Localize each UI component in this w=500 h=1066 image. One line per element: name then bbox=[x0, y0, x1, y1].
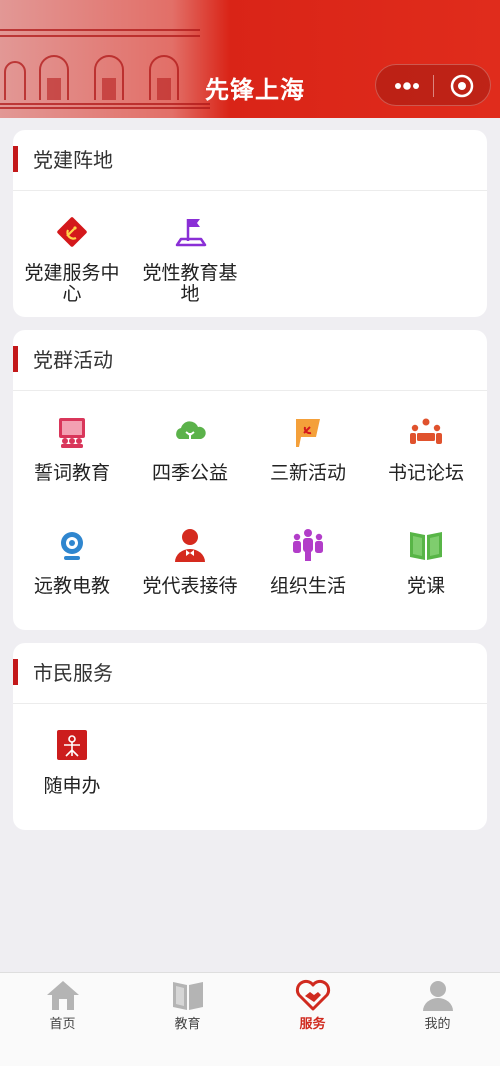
tab-label: 首页 bbox=[49, 1017, 76, 1032]
open-book-icon bbox=[410, 532, 442, 560]
service-item-label: 三新活动 bbox=[269, 462, 346, 484]
meeting-table-icon bbox=[410, 418, 442, 444]
service-item-three-new-activities[interactable]: 三新活动 bbox=[249, 413, 367, 484]
more-dots-icon[interactable] bbox=[394, 77, 420, 95]
service-item-label: 四季公益 bbox=[151, 462, 228, 484]
flag-base-icon bbox=[175, 219, 207, 247]
presentation-icon bbox=[59, 418, 85, 448]
section-card-party-building: 党建阵地 党建服务中心 党性教育基地 bbox=[13, 130, 487, 317]
service-item-party-education-base[interactable]: 党性教育基地 bbox=[131, 213, 249, 305]
service-item-oath-education[interactable]: 誓词教育 bbox=[13, 413, 131, 484]
bottom-tab-bar: 首页 教育 服务 我的 bbox=[0, 972, 500, 1066]
party-emblem-icon bbox=[57, 217, 87, 247]
service-item-suishenban[interactable]: 随申办 bbox=[13, 726, 131, 797]
service-item-label: 誓词教育 bbox=[33, 462, 110, 484]
section-title: 党群活动 bbox=[33, 348, 113, 372]
group-people-icon bbox=[293, 529, 323, 561]
webcam-icon bbox=[61, 532, 83, 560]
tab-education[interactable]: 教育 bbox=[125, 973, 250, 1032]
tree-sprout-icon bbox=[176, 421, 206, 441]
page-title: 先锋上海 bbox=[205, 75, 305, 104]
service-item-deputy-reception[interactable]: 党代表接待 bbox=[131, 526, 249, 597]
party-flag-icon bbox=[296, 419, 320, 447]
service-item-secretary-forum[interactable]: 书记论坛 bbox=[367, 413, 485, 484]
section-card-party-activities: 党群活动 誓词教育 四季公益 三新活动 书记论坛 远教电教 党代表接待 组织生活… bbox=[13, 330, 487, 630]
user-icon bbox=[422, 981, 453, 1011]
section-header: 党建阵地 bbox=[13, 130, 487, 191]
home-icon bbox=[46, 981, 79, 1010]
mini-program-capsule bbox=[375, 64, 491, 106]
service-item-label: 随申办 bbox=[43, 775, 101, 797]
service-item-label: 党性教育基地 bbox=[142, 262, 238, 305]
tab-profile[interactable]: 我的 bbox=[375, 973, 500, 1032]
tab-label: 教育 bbox=[174, 1017, 201, 1032]
service-item-party-service-center[interactable]: 党建服务中心 bbox=[13, 213, 131, 305]
section-accent-bar bbox=[13, 346, 18, 372]
capsule-divider bbox=[433, 75, 434, 97]
service-item-label: 组织生活 bbox=[269, 575, 346, 597]
service-item-party-lecture[interactable]: 党课 bbox=[367, 526, 485, 597]
service-item-label: 党课 bbox=[406, 575, 445, 597]
tab-service[interactable]: 服务 bbox=[250, 973, 375, 1032]
target-circle-icon[interactable] bbox=[450, 74, 474, 98]
tab-label: 服务 bbox=[299, 1017, 326, 1032]
service-item-four-seasons-charity[interactable]: 四季公益 bbox=[131, 413, 249, 484]
suishenban-logo-icon bbox=[57, 730, 87, 760]
section-accent-bar bbox=[13, 146, 18, 172]
nav-header: 先锋上海 bbox=[0, 0, 500, 118]
tab-label: 我的 bbox=[424, 1017, 451, 1032]
service-item-label: 党代表接待 bbox=[142, 575, 238, 597]
section-title: 党建阵地 bbox=[33, 148, 113, 172]
person-bowtie-icon bbox=[175, 529, 205, 562]
service-item-remote-education[interactable]: 远教电教 bbox=[13, 526, 131, 597]
heart-handshake-icon bbox=[295, 979, 330, 1011]
section-accent-bar bbox=[13, 659, 18, 685]
building-banner-image bbox=[0, 0, 230, 118]
section-header: 市民服务 bbox=[13, 643, 487, 704]
service-item-label: 远教电教 bbox=[33, 575, 110, 597]
service-item-organizational-life[interactable]: 组织生活 bbox=[249, 526, 367, 597]
section-title: 市民服务 bbox=[33, 661, 113, 685]
section-card-citizen-services: 市民服务 随申办 bbox=[13, 643, 487, 830]
tab-home[interactable]: 首页 bbox=[0, 973, 125, 1032]
book-icon bbox=[172, 982, 203, 1010]
service-item-label: 党建服务中心 bbox=[24, 262, 120, 305]
section-header: 党群活动 bbox=[13, 330, 487, 391]
service-item-label: 书记论坛 bbox=[387, 462, 464, 484]
